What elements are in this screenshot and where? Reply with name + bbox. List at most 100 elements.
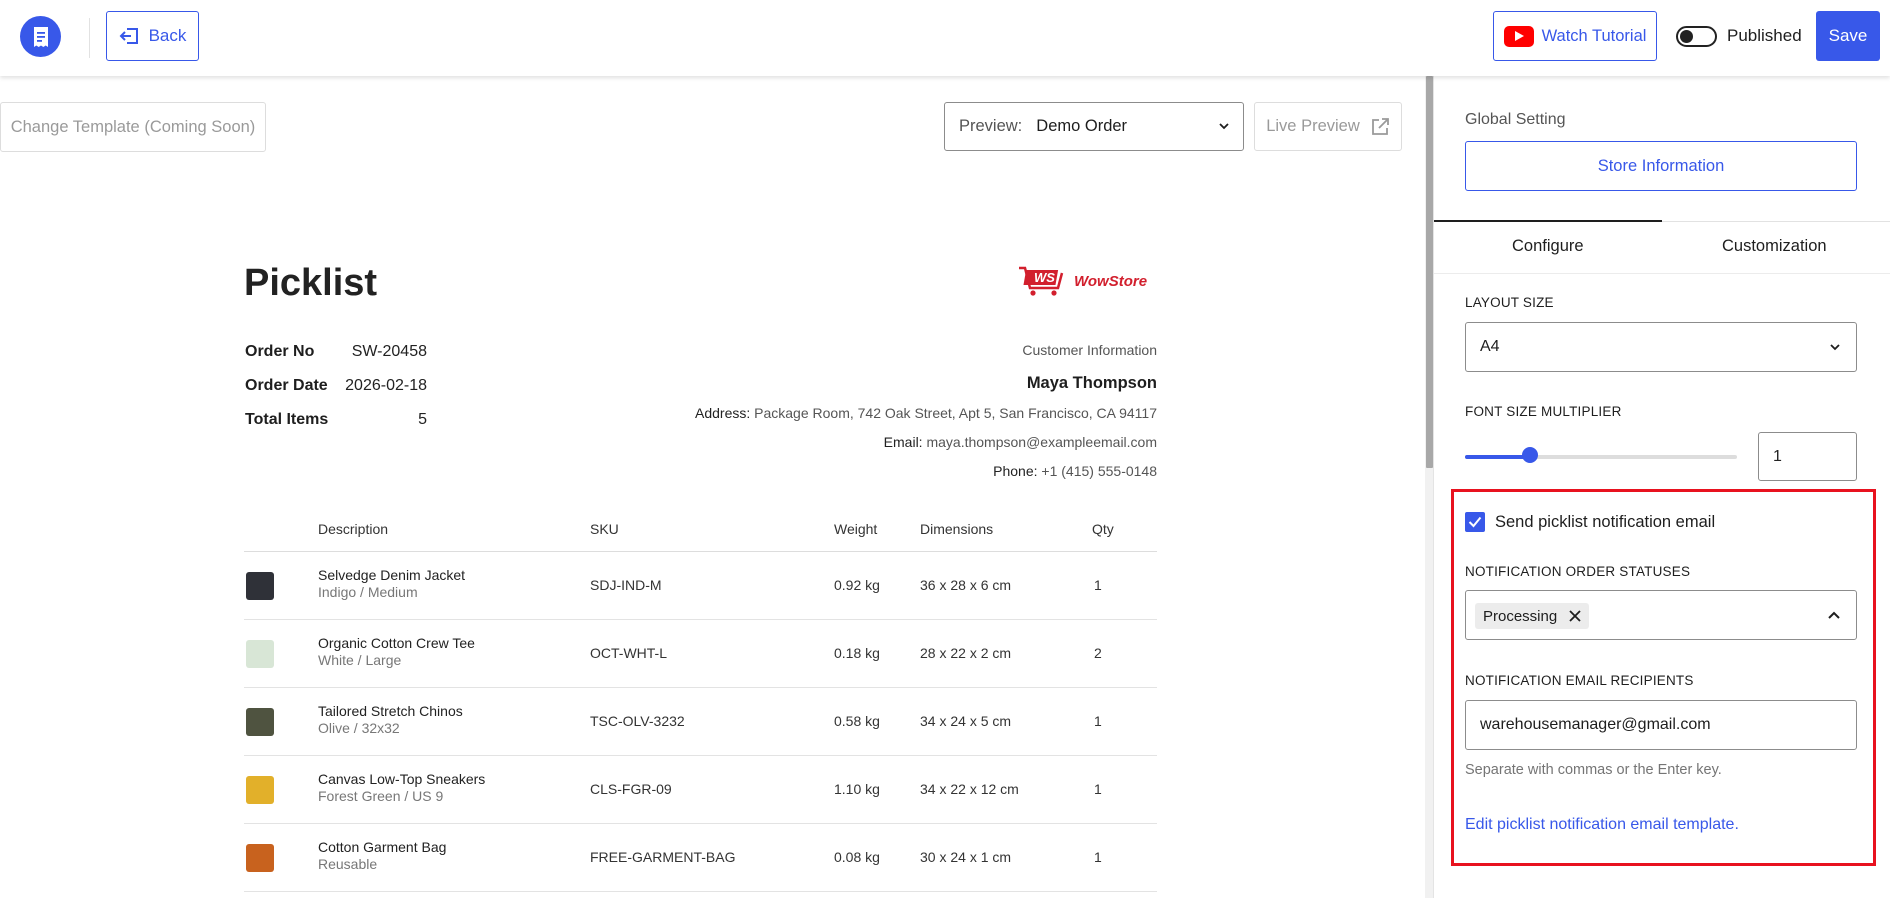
- watch-tutorial-button[interactable]: Watch Tutorial: [1493, 11, 1657, 61]
- watch-tutorial-label: Watch Tutorial: [1541, 26, 1647, 45]
- edit-template-link[interactable]: Edit picklist notification email templat…: [1465, 816, 1739, 834]
- save-button[interactable]: Save: [1816, 11, 1880, 61]
- product-dimensions: 34 x 24 x 5 cm: [920, 713, 1012, 729]
- order-date-label: Order Date: [245, 377, 328, 394]
- product-dimensions: 30 x 24 x 1 cm: [920, 849, 1012, 865]
- address-label: Address:: [695, 405, 751, 421]
- email-label: Email:: [883, 434, 923, 450]
- product-qty: 1: [1094, 781, 1102, 797]
- font-size-label: FONT SIZE MULTIPLIER: [1465, 404, 1622, 419]
- table-row: Cotton Garment Bag Reusable FREE-GARMENT-B…: [244, 824, 1157, 892]
- layout-size-value: A4: [1480, 338, 1500, 355]
- product-sku: SDJ-IND-M: [590, 577, 662, 593]
- order-no-label: Order No: [245, 343, 315, 360]
- recipients-help-text: Separate with commas or the Enter key.: [1465, 762, 1722, 778]
- table-header: Description SKU Weight Dimensions Qty: [244, 515, 1157, 552]
- slider-fill: [1465, 455, 1531, 459]
- total-items-value: 5: [418, 411, 427, 428]
- close-icon[interactable]: [1569, 610, 1581, 622]
- back-arrow-icon: [119, 28, 138, 44]
- customer-name: Maya Thompson: [1026, 374, 1157, 392]
- product-variant: Reusable: [318, 856, 378, 872]
- product-weight: 0.18 kg: [834, 645, 880, 661]
- shopping-cart-icon: WS: [1019, 266, 1064, 296]
- table-row: Canvas Low-Top Sneakers Forest Green / US…: [244, 756, 1157, 824]
- statuses-multiselect[interactable]: Processing: [1465, 590, 1857, 640]
- layout-size-label: LAYOUT SIZE: [1465, 295, 1554, 310]
- col-qty: Qty: [1092, 521, 1114, 537]
- customer-email: Email: maya.thompson@exampleemail.com: [695, 434, 1157, 463]
- toggle-knob: [1680, 30, 1693, 43]
- product-weight: 0.58 kg: [834, 713, 880, 729]
- product-description: Organic Cotton Crew Tee White / Large: [318, 635, 475, 669]
- statuses-label: NOTIFICATION ORDER STATUSES: [1465, 564, 1691, 579]
- chevron-down-icon: [1219, 123, 1229, 130]
- product-thumbnail: [246, 844, 274, 872]
- items-table: Description SKU Weight Dimensions Qty Se…: [244, 515, 1157, 892]
- svg-text:WS: WS: [1034, 270, 1055, 285]
- store-logo: WS WowStore: [1018, 265, 1147, 297]
- external-link-icon: [1371, 117, 1389, 135]
- preview-scrollbar-thumb[interactable]: [1426, 76, 1433, 468]
- document-title: Picklist: [244, 262, 378, 304]
- live-preview-button[interactable]: Live Preview: [1254, 102, 1402, 151]
- tab-customization[interactable]: Customization: [1722, 237, 1827, 256]
- phone-value: +1 (415) 555-0148: [1041, 463, 1157, 479]
- youtube-icon: [1503, 25, 1534, 47]
- status-chip-label: Processing: [1483, 607, 1558, 625]
- order-date-row: Order Date 2026-02-18: [245, 377, 445, 411]
- order-no-row: Order No SW-20458: [245, 343, 445, 377]
- change-template-button[interactable]: Change Template (Coming Soon): [0, 102, 266, 152]
- chevron-up-icon[interactable]: [1826, 607, 1842, 623]
- customer-address: Address: Package Room, 742 Oak Street, A…: [695, 405, 1157, 434]
- product-dimensions: 34 x 22 x 12 cm: [920, 781, 1019, 797]
- published-label: Published: [1727, 26, 1802, 45]
- top-bar: Back Watch Tutorial Published Save: [0, 0, 1890, 76]
- app-logo-icon[interactable]: [20, 16, 61, 57]
- order-meta: Order No SW-20458 Order Date 2026-02-18 …: [245, 343, 445, 445]
- product-description: Cotton Garment Bag Reusable: [318, 839, 446, 873]
- product-variant: Olive / 32x32: [318, 720, 400, 736]
- layout-size-select[interactable]: A4: [1465, 322, 1857, 372]
- col-dimensions: Dimensions: [920, 521, 994, 537]
- font-size-slider[interactable]: [1465, 455, 1737, 459]
- tabs-bottom-divider: [1434, 273, 1890, 274]
- product-variant: Indigo / Medium: [318, 584, 418, 600]
- tab-configure[interactable]: Configure: [1512, 237, 1584, 256]
- recipients-input[interactable]: warehousemanager@gmail.com: [1465, 700, 1857, 750]
- notify-checkbox[interactable]: [1465, 512, 1485, 532]
- published-toggle[interactable]: [1676, 26, 1717, 47]
- product-sku: OCT-WHT-L: [590, 645, 667, 661]
- recipients-label: NOTIFICATION EMAIL RECIPIENTS: [1465, 673, 1694, 688]
- checkmark-icon: [1468, 516, 1482, 528]
- table-row: Selvedge Denim Jacket Indigo / Medium SDJ-…: [244, 552, 1157, 620]
- product-qty: 1: [1094, 713, 1102, 729]
- product-description: Selvedge Denim Jacket Indigo / Medium: [318, 567, 465, 601]
- product-sku: CLS-FGR-09: [590, 781, 672, 797]
- product-name: Tailored Stretch Chinos: [318, 703, 463, 719]
- back-button[interactable]: Back: [106, 11, 199, 61]
- col-description: Description: [318, 521, 389, 537]
- store-information-button[interactable]: Store Information: [1465, 141, 1857, 191]
- product-thumbnail: [246, 708, 274, 736]
- preview-value: Demo Order: [1036, 117, 1128, 135]
- notify-checkbox-label[interactable]: Send picklist notification email: [1495, 513, 1715, 532]
- product-weight: 0.08 kg: [834, 849, 880, 865]
- product-sku: TSC-OLV-3232: [590, 713, 685, 729]
- preview-order-select[interactable]: Preview: Demo Order: [944, 102, 1244, 151]
- col-sku: SKU: [590, 521, 619, 537]
- total-items-label: Total Items: [245, 411, 329, 428]
- table-row: Tailored Stretch Chinos Olive / 32x32 TSC-…: [244, 688, 1157, 756]
- status-chip: Processing: [1475, 603, 1590, 629]
- address-value: Package Room, 742 Oak Street, Apt 5, San…: [754, 405, 1157, 421]
- brand-name: WowStore: [1074, 272, 1148, 290]
- product-thumbnail: [246, 572, 274, 600]
- customer-heading: Customer Information: [1022, 342, 1157, 358]
- product-sku: FREE-GARMENT-BAG: [590, 849, 736, 865]
- product-dimensions: 28 x 22 x 2 cm: [920, 645, 1012, 661]
- product-variant: Forest Green / US 9: [318, 788, 444, 804]
- product-qty: 2: [1094, 645, 1102, 661]
- total-items-row: Total Items 5: [245, 411, 445, 445]
- phone-label: Phone:: [993, 463, 1038, 479]
- font-size-input[interactable]: 1: [1758, 432, 1857, 481]
